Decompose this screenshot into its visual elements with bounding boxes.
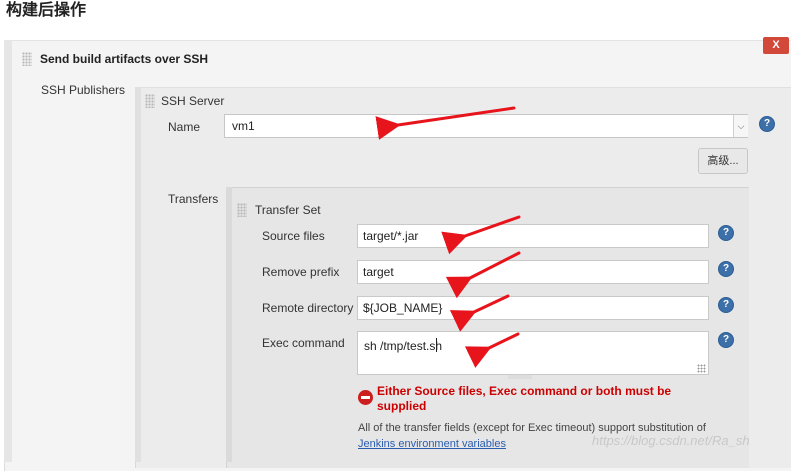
- annotation-arrow-exec: [464, 332, 520, 368]
- annotation-arrow-prefix: [445, 251, 521, 299]
- annotation-arrow-name: [375, 106, 516, 140]
- annotation-arrow-remote: [449, 294, 510, 332]
- annotation-arrows: [375, 106, 521, 368]
- annotation-arrow-source: [441, 215, 521, 255]
